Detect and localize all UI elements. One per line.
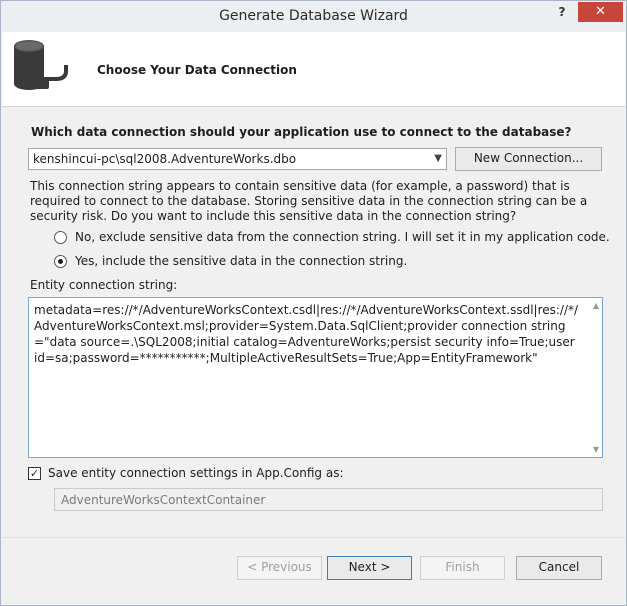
scroll-down-icon[interactable]: ▼ [593,445,599,454]
save-settings-label: Save entity connection settings in App.C… [48,466,344,480]
database-plug-icon [14,40,68,90]
window-title: Generate Database Wizard [219,8,408,24]
scroll-up-icon[interactable]: ▲ [593,301,599,310]
entity-connection-label: Entity connection string: [30,278,178,292]
entity-connection-string: metadata=res://*/AdventureWorksContext.c… [34,303,579,365]
chevron-down-icon[interactable]: ▼ [434,153,442,164]
help-button[interactable]: ? [550,2,574,24]
container-name-field: AdventureWorksContextContainer [54,488,603,511]
sensitive-data-description: This connection string appears to contai… [30,179,588,223]
connection-selected-value: kenshincui-pc\sql2008.AdventureWorks.dbo [33,152,297,166]
include-sensitive-option[interactable]: Yes, include the sensitive data in the c… [54,253,407,269]
finish-button[interactable]: Finish [420,556,505,580]
connection-dropdown[interactable]: kenshincui-pc\sql2008.AdventureWorks.dbo… [28,148,447,170]
wizard-window: Generate Database Wizard ? ✕ Choose Your… [0,0,627,606]
include-sensitive-label: Yes, include the sensitive data in the c… [75,254,408,268]
exclude-sensitive-radio[interactable] [54,230,67,244]
next-button[interactable]: Next > [327,556,412,580]
exclude-sensitive-label: No, exclude sensitive data from the conn… [75,230,610,244]
title-bar: Generate Database Wizard ? ✕ [1,1,626,32]
connection-question: Which data connection should your applic… [31,125,572,139]
close-button[interactable]: ✕ [578,2,623,22]
entity-connection-textbox[interactable]: metadata=res://*/AdventureWorksContext.c… [28,297,603,458]
footer-divider [2,537,625,538]
page-title: Choose Your Data Connection [97,63,297,77]
exclude-sensitive-option[interactable]: No, exclude sensitive data from the conn… [54,229,610,245]
previous-button[interactable]: < Previous [237,556,322,580]
wizard-header: Choose Your Data Connection [2,32,625,107]
cancel-button[interactable]: Cancel [516,556,602,580]
new-connection-button[interactable]: New Connection... [455,147,602,171]
container-name-value: AdventureWorksContextContainer [61,493,266,507]
save-settings-checkbox[interactable]: ✓ [28,466,41,480]
save-settings-option[interactable]: ✓ Save entity connection settings in App… [28,465,344,481]
include-sensitive-radio[interactable] [54,254,67,268]
